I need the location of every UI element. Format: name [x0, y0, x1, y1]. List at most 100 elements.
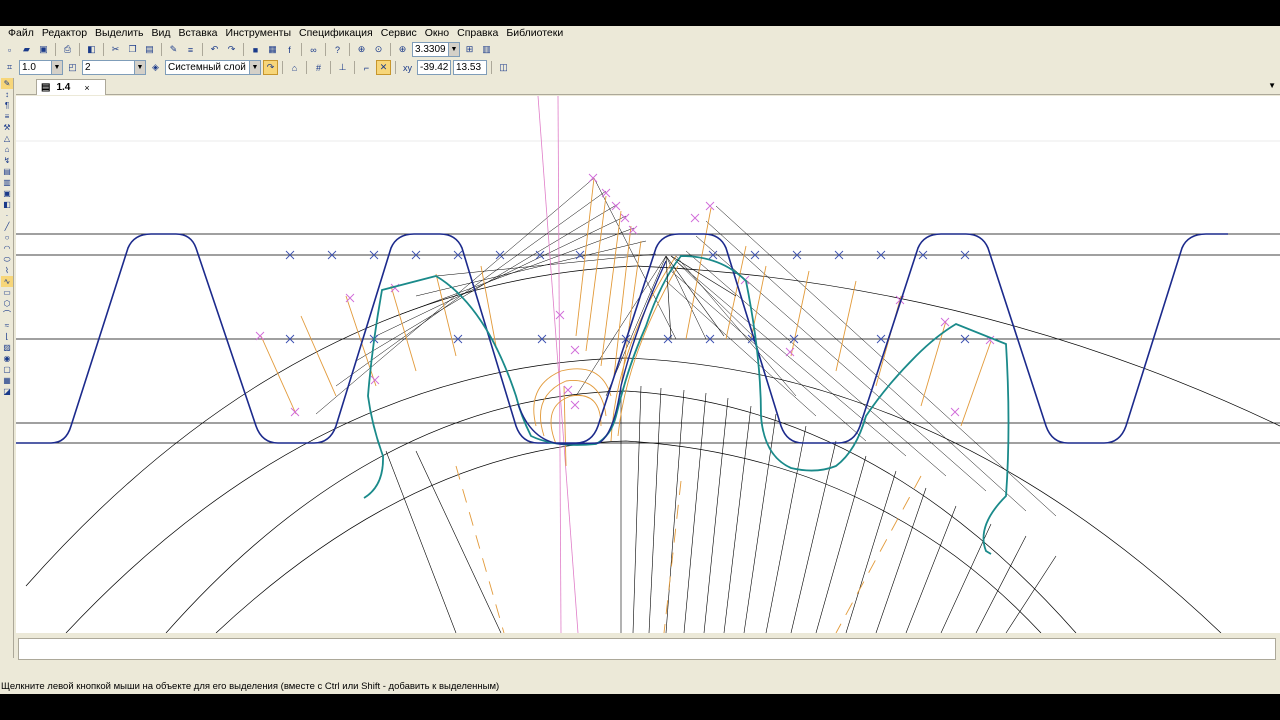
layer-number: 2	[85, 62, 91, 73]
open-icon[interactable]: ▰	[19, 42, 34, 57]
close-icon[interactable]: ×	[84, 83, 89, 93]
current-state-toolbar: ⌗ 1.0 ▼ ◰ 2 ▼ ◈ Системный слой ▼ ↷ ⌂ # ⊥…	[0, 59, 1280, 76]
cursor-step-combobox[interactable]: 1.0 ▼	[19, 60, 63, 75]
snap-icon[interactable]: ↷	[263, 60, 278, 75]
toolbar-separator	[325, 43, 326, 56]
gear-drawing[interactable]	[16, 96, 1280, 633]
fill-icon[interactable]: ◉	[1, 353, 13, 364]
offset-icon[interactable]: ≈	[1, 320, 13, 331]
zoom-combobox[interactable]: 3.3309 ▼	[412, 42, 460, 57]
menu-libraries[interactable]: Библиотеки	[502, 27, 567, 40]
parametrization-icon[interactable]: ⚒	[1, 122, 13, 133]
menu-window[interactable]: Окно	[421, 27, 453, 40]
toolbar-separator	[79, 43, 80, 56]
edit-icon[interactable]: ≡	[1, 111, 13, 122]
library-icon[interactable]: ▦	[265, 42, 280, 57]
properties-icon[interactable]: ✎	[166, 42, 181, 57]
notation-icon[interactable]: ¶	[1, 100, 13, 111]
refresh-icon[interactable]: ▥	[479, 42, 494, 57]
menu-specification[interactable]: Спецификация	[295, 27, 377, 40]
manager-icon[interactable]: ■	[248, 42, 263, 57]
layer-combobox[interactable]: Системный слой ▼	[165, 60, 261, 75]
toolbar-separator	[330, 61, 331, 74]
layers-icon[interactable]: ▦	[1, 375, 13, 386]
toolbar-separator	[301, 43, 302, 56]
ellipse-icon[interactable]: ⬭	[1, 254, 13, 265]
chevron-down-icon[interactable]: ▼	[448, 43, 459, 56]
reports-icon[interactable]: ▤	[1, 166, 13, 177]
command-input[interactable]	[18, 638, 1276, 660]
orange-construction	[260, 177, 992, 633]
chevron-down-icon[interactable]: ▼	[51, 61, 62, 74]
contour-icon[interactable]: ▢	[1, 364, 13, 375]
parametric-icon[interactable]: ⌂	[287, 60, 302, 75]
insert-icon[interactable]: ▥	[1, 177, 13, 188]
menu-insert[interactable]: Вставка	[174, 27, 221, 40]
chevron-down-icon[interactable]: ▼	[134, 61, 145, 74]
polyline-icon[interactable]: ⌇	[1, 265, 13, 276]
measure-icon[interactable]: △	[1, 133, 13, 144]
undo-icon[interactable]: ↶	[207, 42, 222, 57]
cut-icon[interactable]: ✂	[108, 42, 123, 57]
coordinates-icon[interactable]: ✕	[376, 60, 391, 75]
zoom-window-icon[interactable]: ⊙	[371, 42, 386, 57]
variables-icon[interactable]: f	[282, 42, 297, 57]
macro-icon[interactable]: ◪	[1, 386, 13, 397]
construction-fan	[315, 177, 1057, 517]
zoom-value: 3.3309	[415, 44, 446, 55]
fit-icon[interactable]: ⊞	[462, 42, 477, 57]
view-number-combobox[interactable]: 2 ▼	[82, 60, 146, 75]
eraser-icon[interactable]: ◫	[496, 60, 511, 75]
menu-file[interactable]: Файл	[4, 27, 38, 40]
hatch-icon[interactable]: ▨	[1, 342, 13, 353]
menu-select[interactable]: Выделить	[91, 27, 147, 40]
circle-icon[interactable]: ○	[1, 232, 13, 243]
menu-help[interactable]: Справка	[453, 27, 502, 40]
rack-profile[interactable]	[16, 233, 1228, 444]
menu-service[interactable]: Сервис	[377, 27, 421, 40]
zoom-scale-icon[interactable]: ⊕	[395, 42, 410, 57]
coord-y-field[interactable]: 13.53	[453, 60, 487, 75]
arc-icon[interactable]: ◠	[1, 243, 13, 254]
copy-icon[interactable]: ❐	[125, 42, 140, 57]
library-panel-icon[interactable]: ◧	[1, 199, 13, 210]
menu-view[interactable]: Вид	[147, 27, 174, 40]
drawing-canvas[interactable]	[16, 96, 1280, 633]
local-cs-icon[interactable]: ⊥	[335, 60, 350, 75]
geometry-icon[interactable]: ✎	[1, 78, 13, 89]
toolbar-separator	[161, 43, 162, 56]
link-icon[interactable]: ∞	[306, 42, 321, 57]
gear-circles	[25, 265, 1280, 633]
curve-icon[interactable]: ⌒	[1, 309, 13, 320]
coord-x-field[interactable]: -39.42	[417, 60, 451, 75]
preview-icon[interactable]: ◧	[84, 42, 99, 57]
bezier-icon[interactable]: ∿	[1, 276, 13, 287]
list-icon[interactable]: ≡	[183, 42, 198, 57]
menu-edit[interactable]: Редактор	[38, 27, 91, 40]
redo-icon[interactable]: ↷	[224, 42, 239, 57]
ortho-icon[interactable]: ⌐	[359, 60, 374, 75]
compact-panel: ✎ ↕ ¶ ≡ ⚒ △ ⌂ ↯ ▤ ▥ ▣ ◧ · ╱ ○ ◠ ⬭ ⌇ ∿ ▭ …	[0, 78, 14, 658]
chevron-down-icon[interactable]: ▼	[249, 61, 260, 74]
menu-tools[interactable]: Инструменты	[222, 27, 295, 40]
print-icon[interactable]: ⎙	[60, 42, 75, 57]
blue-markers	[285, 250, 970, 344]
status-bar: Щелкните левой кнопкой мыши на объекте д…	[0, 680, 1280, 694]
help-icon[interactable]: ?	[330, 42, 345, 57]
save-icon[interactable]: ▣	[36, 42, 51, 57]
chevron-down-icon[interactable]: ▼	[1268, 81, 1276, 90]
grid-icon[interactable]: #	[311, 60, 326, 75]
segment-icon[interactable]: ╱	[1, 221, 13, 232]
spec-icon[interactable]: ↯	[1, 155, 13, 166]
polygon-icon[interactable]: ⬡	[1, 298, 13, 309]
zoom-in-icon[interactable]: ⊕	[354, 42, 369, 57]
select-icon[interactable]: ⌂	[1, 144, 13, 155]
point-icon[interactable]: ·	[1, 210, 13, 221]
chamfer-icon[interactable]: ⌊	[1, 331, 13, 342]
paste-icon[interactable]: ▤	[142, 42, 157, 57]
rectangle-icon[interactable]: ▭	[1, 287, 13, 298]
tab-document[interactable]: ▤ 1.4 ×	[36, 79, 106, 95]
fragment-icon[interactable]: ▣	[1, 188, 13, 199]
dimensions-icon[interactable]: ↕	[1, 89, 13, 100]
new-icon[interactable]: ▫	[2, 42, 17, 57]
